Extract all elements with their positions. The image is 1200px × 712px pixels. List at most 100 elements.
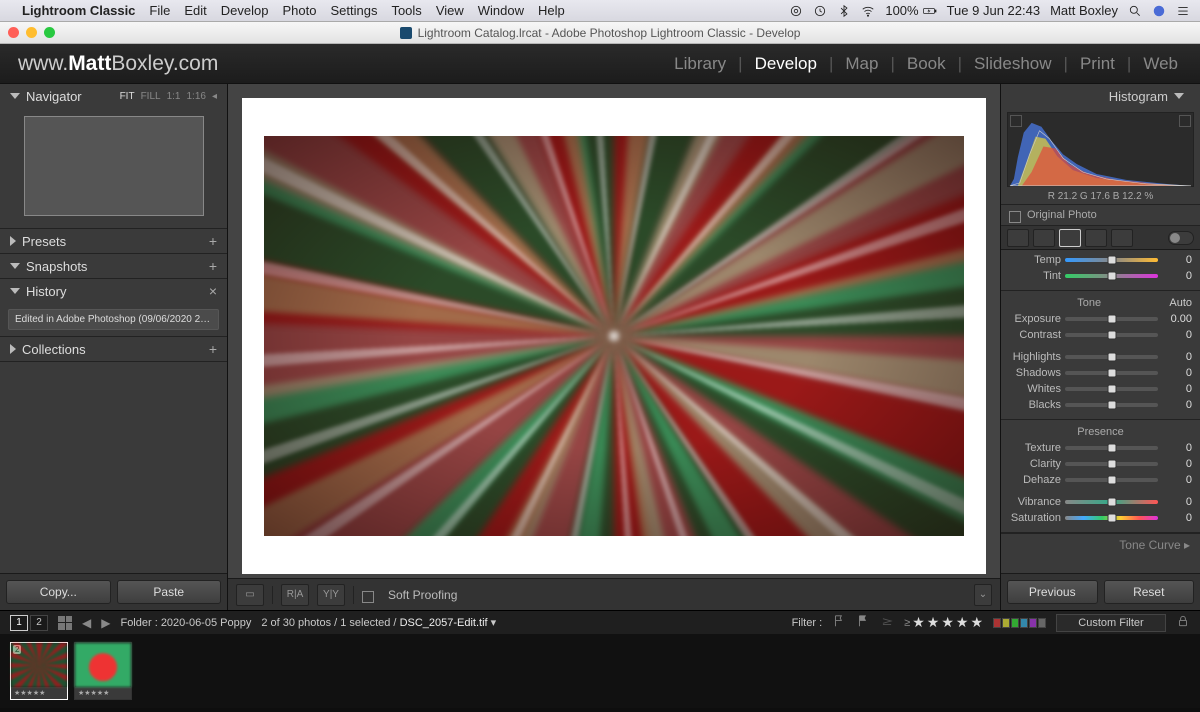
original-photo-checkbox[interactable]	[1009, 211, 1021, 223]
nav-forward-icon[interactable]: ▶	[101, 616, 110, 630]
window-zoom-button[interactable]	[44, 27, 55, 38]
time-machine-icon[interactable]	[813, 4, 827, 18]
navigator-panel-header[interactable]: Navigator FIT FILL 1:1 1:16 ◂	[0, 84, 227, 108]
window-minimize-button[interactable]	[26, 27, 37, 38]
spot-removal-tool-icon[interactable]	[1033, 229, 1055, 247]
crop-tool-icon[interactable]	[1007, 229, 1029, 247]
main-image[interactable]	[264, 136, 964, 536]
add-snapshot-icon[interactable]: +	[209, 258, 217, 274]
histogram[interactable]	[1007, 112, 1194, 187]
window-close-button[interactable]	[8, 27, 19, 38]
clarity-slider[interactable]	[1065, 462, 1158, 466]
module-develop[interactable]: Develop	[751, 54, 821, 74]
cc-sync-icon[interactable]	[789, 4, 803, 18]
toolbar-chevron-icon[interactable]: ⌄	[974, 584, 992, 606]
clear-history-icon[interactable]: ×	[209, 283, 217, 299]
module-map[interactable]: Map	[841, 54, 882, 74]
contrast-slider[interactable]	[1065, 333, 1158, 337]
menu-help[interactable]: Help	[538, 3, 565, 18]
rating-geq-icon[interactable]	[880, 614, 894, 631]
module-print[interactable]: Print	[1076, 54, 1119, 74]
menu-view[interactable]: View	[436, 3, 464, 18]
flag-picked-filter-icon[interactable]	[832, 614, 846, 631]
histogram-panel-header[interactable]: Histogram	[1001, 84, 1200, 108]
wifi-icon[interactable]	[861, 4, 875, 18]
window-title: Lightroom Catalog.lrcat - Adobe Photosho…	[400, 26, 801, 40]
filmstrip-thumbnail[interactable]: 2 ★★★★★	[74, 642, 132, 700]
presets-panel-header[interactable]: Presets +	[0, 229, 227, 253]
filmstrip-thumbnail[interactable]: 2 ★★★★★	[10, 642, 68, 700]
module-web[interactable]: Web	[1139, 54, 1182, 74]
custom-filter-button[interactable]: Custom Filter	[1056, 614, 1166, 632]
reset-button[interactable]: Reset	[1104, 580, 1195, 604]
texture-slider[interactable]	[1065, 446, 1158, 450]
menu-photo[interactable]: Photo	[282, 3, 316, 18]
redeye-tool-icon[interactable]	[1059, 229, 1081, 247]
nav-back-icon[interactable]: ◀	[82, 616, 91, 630]
bluetooth-icon[interactable]	[837, 4, 851, 18]
zoom-fill[interactable]: FILL	[141, 91, 161, 102]
auto-tone-button[interactable]: Auto	[1169, 297, 1192, 309]
previous-button[interactable]: Previous	[1007, 580, 1098, 604]
siri-icon[interactable]	[1152, 4, 1166, 18]
identity-plate[interactable]: www.MattBoxley.com	[18, 52, 218, 76]
menubar-datetime[interactable]: Tue 9 Jun 22:43	[947, 3, 1040, 18]
zoom-fit[interactable]: FIT	[120, 91, 135, 102]
tint-slider[interactable]	[1065, 274, 1158, 278]
before-after-lr-button[interactable]: R|A	[281, 584, 309, 606]
filmstrip[interactable]: 2 ★★★★★ 2 ★★★★★	[0, 634, 1200, 708]
add-preset-icon[interactable]: +	[209, 233, 217, 249]
menubar-user[interactable]: Matt Boxley	[1050, 3, 1118, 18]
filter-label: Filter :	[792, 617, 823, 629]
star-rating-filter[interactable]: ≥ ★★★★★	[904, 614, 983, 631]
notification-center-icon[interactable]	[1176, 4, 1190, 18]
module-library[interactable]: Library	[670, 54, 730, 74]
module-slideshow[interactable]: Slideshow	[970, 54, 1056, 74]
menu-window[interactable]: Window	[478, 3, 524, 18]
filmstrip-resize-gripper[interactable]	[0, 708, 1200, 712]
secondary-display-2[interactable]: 2	[30, 615, 48, 631]
menu-develop[interactable]: Develop	[221, 3, 269, 18]
copy-settings-button[interactable]: Copy...	[6, 580, 111, 604]
menu-edit[interactable]: Edit	[184, 3, 206, 18]
blacks-slider[interactable]	[1065, 403, 1158, 407]
saturation-slider[interactable]	[1065, 516, 1158, 520]
spotlight-icon[interactable]	[1128, 4, 1142, 18]
menu-file[interactable]: File	[149, 3, 170, 18]
exposure-slider[interactable]	[1065, 317, 1158, 321]
soft-proofing-checkbox[interactable]	[362, 591, 374, 603]
history-panel-header[interactable]: History ×	[0, 279, 227, 303]
filmstrip-folder[interactable]: Folder : 2020-06-05 Poppy	[120, 617, 251, 629]
menu-tools[interactable]: Tools	[391, 3, 421, 18]
module-book[interactable]: Book	[903, 54, 950, 74]
battery-status[interactable]: 100%	[885, 3, 936, 18]
menu-settings[interactable]: Settings	[330, 3, 377, 18]
flag-rejected-filter-icon[interactable]	[856, 614, 870, 631]
panel-switch-toggle[interactable]	[1168, 231, 1194, 245]
loupe-view-button[interactable]: ▭	[236, 584, 264, 606]
zoom-ratio[interactable]: 1:16	[187, 91, 206, 102]
graduated-filter-tool-icon[interactable]	[1085, 229, 1107, 247]
dehaze-slider[interactable]	[1065, 478, 1158, 482]
vibrance-slider[interactable]	[1065, 500, 1158, 504]
navigator-preview[interactable]	[24, 116, 204, 216]
secondary-display-1[interactable]: 1	[10, 615, 28, 631]
history-step[interactable]: Edited in Adobe Photoshop (09/06/2020 2…	[8, 309, 219, 330]
menubar-app-name[interactable]: Lightroom Classic	[22, 3, 135, 18]
filter-lock-icon[interactable]	[1176, 614, 1190, 631]
radial-filter-tool-icon[interactable]	[1111, 229, 1133, 247]
whites-slider[interactable]	[1065, 387, 1158, 391]
shadows-slider[interactable]	[1065, 371, 1158, 375]
highlights-slider[interactable]	[1065, 355, 1158, 359]
temp-slider[interactable]	[1065, 258, 1158, 262]
tone-curve-panel-header[interactable]: Tone Curve ▸	[1001, 533, 1200, 554]
color-label-filter[interactable]	[993, 618, 1046, 628]
before-after-tb-button[interactable]: Y|Y	[317, 584, 345, 606]
snapshots-panel-header[interactable]: Snapshots +	[0, 254, 227, 278]
paste-settings-button[interactable]: Paste	[117, 580, 222, 604]
zoom-1-1[interactable]: 1:1	[167, 91, 181, 102]
grid-view-icon[interactable]	[58, 616, 72, 630]
add-collection-icon[interactable]: +	[209, 341, 217, 357]
chevron-right-icon	[10, 236, 16, 246]
collections-panel-header[interactable]: Collections +	[0, 337, 227, 361]
